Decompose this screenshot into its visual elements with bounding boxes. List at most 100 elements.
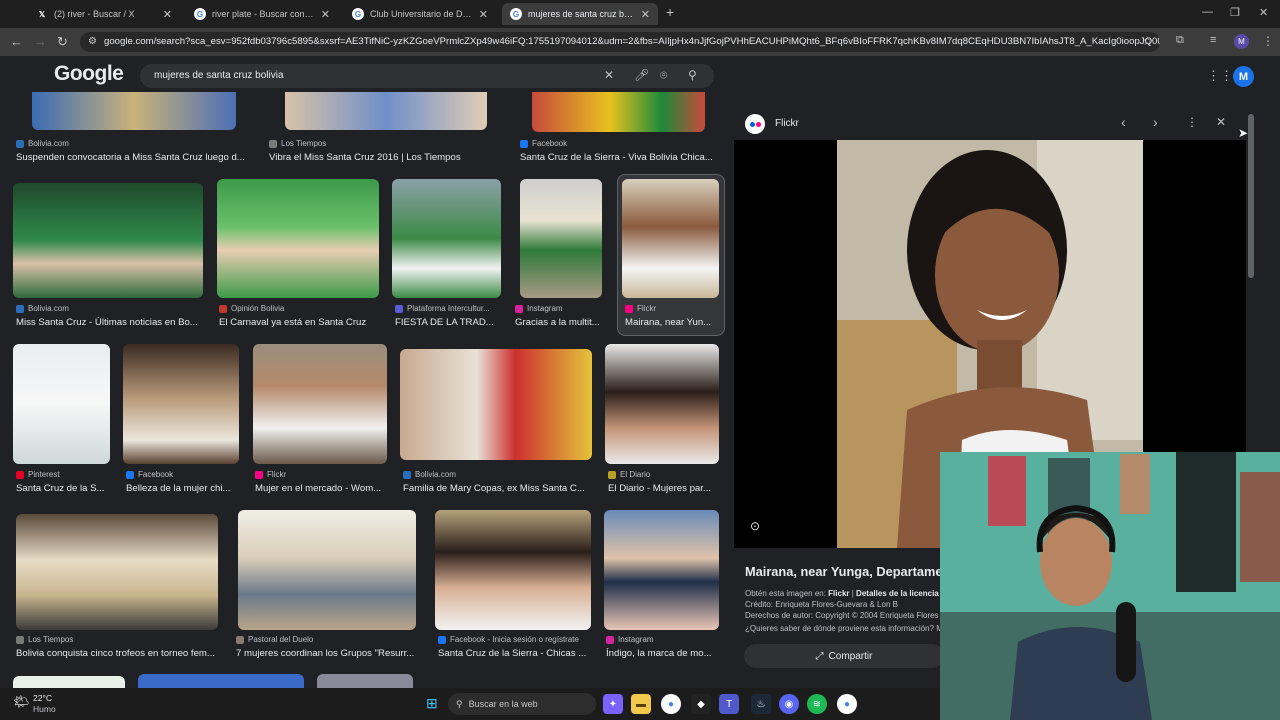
close-window-icon[interactable]: ✕ [1259,6,1268,19]
search-input[interactable]: mujeres de santa cruz bolivia [140,64,714,88]
result-image[interactable] [32,92,236,130]
result-title[interactable]: Miss Santa Cruz - Últimas noticias en Bo… [16,317,208,328]
panel-source-link[interactable]: Flickr [828,589,849,598]
taskbar-search-box[interactable]: ⚲ Buscar en la web [448,693,596,715]
tab-mujeres-santa-cruz[interactable]: G mujeres de santa cruz bolivia - ✕ [502,3,658,25]
license-details-link[interactable]: Detalles de la licencia [856,589,939,598]
result-image[interactable] [317,674,413,688]
discord-icon[interactable]: ◉ [779,694,799,714]
bookmark-star-icon[interactable]: ☆ [1142,34,1153,48]
close-tab-icon[interactable]: ✕ [163,8,172,21]
result-image[interactable] [253,344,387,464]
tab-club-universitario[interactable]: G Club Universitario de Deportes ✕ [344,3,496,25]
result-title[interactable]: Belleza de la mujer chi... [126,483,242,494]
voice-search-icon[interactable]: 🎤︎ [634,68,649,82]
result-image[interactable] [138,674,304,688]
result-image[interactable] [238,510,416,630]
weather-icon[interactable]: 🌤︎ [13,694,30,710]
result-title[interactable]: Suspenden convocatoria a Miss Santa Cruz… [16,152,248,163]
share-button[interactable]: ⤢ Compartir [744,644,944,668]
windows-start-icon[interactable]: ⊞ [426,695,438,712]
panel-image-title[interactable]: Mairana, near Yunga, Departamento [745,564,962,579]
next-image-icon[interactable]: › [1153,114,1158,130]
previous-image-icon[interactable]: ‹ [1121,114,1126,130]
minimize-icon[interactable]: — [1202,6,1213,18]
tab-river-plate[interactable]: G river plate - Buscar con Google ✕ [186,3,338,25]
reload-icon[interactable]: ↻ [57,34,68,50]
result-image[interactable] [622,179,719,298]
result-image[interactable] [217,179,379,298]
lens-search-icon[interactable]: ⊙ [750,519,760,533]
result-image[interactable] [16,514,218,630]
panel-source-name[interactable]: Flickr [775,118,799,129]
result-source: Plataforma Intercultur... [395,304,501,313]
media-control-icon[interactable]: ≡ [1210,34,1216,46]
result-title[interactable]: Santa Cruz de la Sierra - Viva Bolivia C… [520,152,720,163]
result-title[interactable]: Mairana, near Yun... [625,317,719,328]
extensions-icon[interactable]: ⧉ [1176,34,1184,47]
result-title[interactable]: Santa Cruz de la S... [16,483,112,494]
google-logo[interactable]: Google [54,62,124,86]
more-options-icon[interactable]: ⋮ [1186,115,1198,129]
search-icon[interactable]: ⚲ [688,68,697,82]
result-source: Facebook - Inicia sesión o regístrate [438,635,598,644]
result-title[interactable]: 7 mujeres coordinan los Grupos "Resurr..… [236,648,420,659]
result-source: El Diario [608,470,720,479]
result-title[interactable]: Mujer en el mercado - Wom... [255,483,389,494]
result-title[interactable]: Santa Cruz de la Sierra - Chicas ... [438,648,594,659]
result-image[interactable] [13,676,125,688]
file-explorer-icon[interactable]: ▬ [631,694,651,714]
result-title[interactable]: Gracias a la multit... [515,317,607,328]
google-account-avatar[interactable]: M [1233,66,1254,87]
app-icon[interactable]: ◆ [691,694,711,714]
result-image[interactable] [392,179,501,298]
chrome-icon[interactable]: ● [837,694,857,714]
result-image[interactable] [13,183,203,298]
new-tab-icon[interactable]: + [666,4,674,20]
result-image[interactable] [123,344,239,464]
result-title[interactable]: El Carnaval ya está en Santa Cruz [219,317,383,328]
panel-scrollbar-thumb[interactable] [1248,114,1254,278]
result-image[interactable] [604,510,719,630]
chrome-icon[interactable]: ● [661,694,681,714]
tab-title: mujeres de santa cruz bolivia - [528,9,635,19]
close-tab-icon[interactable]: ✕ [641,8,650,21]
result-image[interactable] [400,349,592,460]
tab-title: river plate - Buscar con Google [212,9,315,19]
result-source: Pastoral del Duelo [236,635,416,644]
copilot-icon[interactable]: ✦ [603,694,623,714]
result-image[interactable] [532,92,705,132]
source-favicon-icon [16,139,24,148]
address-bar[interactable]: ⚙ google.com/search?sca_esv=952fdb03796c… [80,32,1160,52]
result-title[interactable]: FIESTA DE LA TRAD... [395,317,501,328]
weather-temperature[interactable]: 22°C [33,693,52,703]
close-tab-icon[interactable]: ✕ [479,8,488,21]
steam-icon[interactable]: ♨ [751,694,771,714]
result-image[interactable] [285,92,487,130]
result-title[interactable]: Familia de Mary Copas, ex Miss Santa C..… [403,483,593,494]
restore-icon[interactable]: ❐ [1230,6,1240,19]
site-info-icon[interactable]: ⚙ [88,32,97,52]
browser-menu-icon[interactable]: ⋮ [1262,34,1274,48]
teams-icon[interactable]: T [719,694,739,714]
close-panel-icon[interactable]: ✕ [1216,115,1226,129]
image-search-icon[interactable]: ⌾ [660,68,667,83]
back-icon[interactable]: ← [10,34,23,49]
result-image[interactable] [435,510,591,630]
result-title[interactable]: Bolivia conquista cinco trofeos en torne… [16,648,220,659]
source-favicon-icon [625,304,633,313]
tab-x-river[interactable]: 𝕏 (2) river - Buscar / X ✕ [28,3,180,25]
result-image[interactable] [13,344,110,464]
result-image[interactable] [520,179,602,298]
result-title[interactable]: El Diario - Mujeres par... [608,483,720,494]
forward-icon[interactable]: → [34,34,47,49]
panel-info-question[interactable]: ¿Quieres saber de dónde proviene esta in… [745,624,943,633]
result-title[interactable]: Vibra el Miss Santa Cruz 2016 | Los Tiem… [269,152,505,163]
spotify-icon[interactable]: ≋ [807,694,827,714]
result-image[interactable] [605,344,719,464]
result-source: Flickr [625,304,719,313]
close-tab-icon[interactable]: ✕ [321,8,330,21]
profile-avatar[interactable]: M [1234,34,1249,49]
clear-search-icon[interactable]: ✕ [604,68,614,82]
result-title[interactable]: Índigo, la marca de mo... [606,648,720,659]
